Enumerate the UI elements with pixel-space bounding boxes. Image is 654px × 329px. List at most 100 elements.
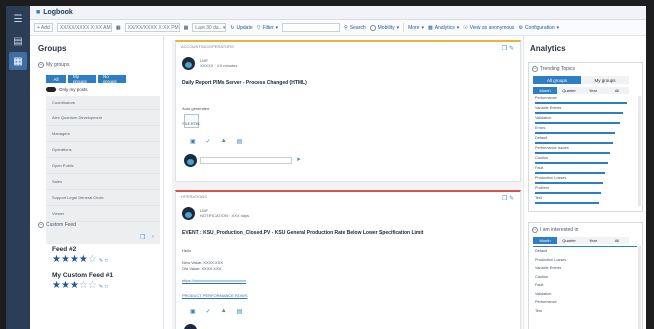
comment-icon[interactable]: ▣ [190,308,196,315]
interest-item[interactable]: Validation [533,290,637,299]
interest-item[interactable]: Variable Events [533,264,637,273]
interest-item[interactable]: Caution [533,273,637,282]
delete-icon[interactable]: □ [105,284,108,290]
more-icon[interactable]: ▤ [237,138,243,145]
like-icon[interactable]: ✓ [206,308,211,315]
search-button[interactable]: ⚲ Search [344,25,366,31]
tab-month[interactable]: Month [533,237,557,244]
trending-topic-row[interactable]: Problem [533,186,637,196]
feed-icon[interactable]: ▦ [9,52,27,70]
tab-year[interactable]: Year [581,87,605,94]
my-groups-toggle[interactable]: − My groups [38,62,69,68]
only-my-posts-toggle[interactable]: Only my posts [46,87,88,92]
title-bar: ■ Logbook [30,6,646,20]
feed-rating: ★★★☆☆ ✎ □ [52,280,108,291]
entry-link[interactable]: PRODUCT PERFORMANCE ROWS [182,293,247,298]
send-icon[interactable]: ➤ [296,156,301,163]
group-item[interactable]: Coordinators [46,96,160,110]
interest-item[interactable]: Test [533,307,637,316]
custom-feed-toggle[interactable]: − Custom Feed [38,222,76,228]
interest-item[interactable]: Production Losses [533,256,637,265]
more-icon[interactable]: ▤ [237,308,243,315]
next-icon[interactable]: › [152,234,154,240]
trending-topic-row[interactable]: Performance [533,96,637,106]
entry-actions: ▣ ✓ ▲ ▤ [190,138,242,145]
segment-my-groups[interactable]: My groups [68,74,96,84]
toggle-switch[interactable] [46,87,56,92]
segment-no-groups[interactable]: No groups [98,74,126,84]
trending-topic-label: Performance [535,96,557,100]
configuration-button[interactable]: ⚙ Configuration ▾ [518,25,559,31]
group-item[interactable]: Operations [46,142,160,158]
date-to-input[interactable]: XX/XX/XXXX X:XX PM [124,23,180,32]
add-button[interactable]: + Add [34,23,53,32]
trending-topic-row[interactable]: Performance Issues [533,146,637,156]
toolbar-divider [403,23,405,32]
entry-actions-icon[interactable]: ❐ ✎ [502,195,514,202]
like-icon[interactable]: ✓ [206,138,211,145]
group-item[interactable]: Open Public [46,158,160,174]
tab-quarter[interactable]: Quarter [557,237,581,244]
interest-item[interactable]: Fault [533,281,637,290]
trending-topics-toggle[interactable]: − Trending Topics [532,66,575,72]
interested-toggle[interactable]: − I am interested in [532,227,578,233]
entry-link[interactable]: https://xxxxxxxxxxxxxxxxxxxxxxxxxx [182,278,246,283]
scrollbar[interactable] [638,246,641,329]
date-from-input[interactable]: XX/XX/XXXX X:XX AM [56,23,112,32]
view-anonymous-button[interactable]: ☉ View as anonymous [463,25,514,31]
trending-topic-row[interactable]: Test [533,196,637,206]
more-button[interactable]: More ▾ [408,25,424,31]
analytics-button[interactable]: ▩ Analytics ▾ [428,25,459,31]
edit-icon[interactable]: ✎ [99,258,103,264]
home-icon[interactable]: ☰ [9,10,27,28]
eye-icon: ☉ [463,24,468,31]
custom-feed-name[interactable]: My Custom Feed #1 [52,272,113,279]
trending-topic-row[interactable]: Errors [533,126,637,136]
update-button[interactable]: ↻ Update [230,25,252,31]
comment-icon[interactable]: ▣ [190,138,196,145]
trending-topic-row[interactable]: Fault [533,166,637,176]
trending-topic-row[interactable]: Variable Events [533,106,637,116]
custom-feed-name[interactable]: Feed #2 [52,246,76,253]
mobility-button[interactable]: Mobility ▾ [369,24,399,31]
tab-all-groups[interactable]: All groups [533,76,581,84]
group-item[interactable]: Alex Quantum Development [46,110,160,126]
group-item[interactable]: Support Legal General Circle [46,190,160,206]
tab-all[interactable]: All [605,237,629,244]
interest-item[interactable]: Performance [533,298,637,307]
interest-item[interactable]: Default [533,247,637,256]
trending-topic-bar [535,202,599,204]
filter-input[interactable] [282,23,341,32]
share-icon[interactable]: ▲ [221,308,227,315]
delete-icon[interactable]: □ [105,258,108,264]
attachment-file-icon[interactable]: FILE.HTML [183,114,200,128]
interested-list: Default Production Losses Variable Events C… [533,246,637,315]
tab-year[interactable]: Year [581,237,605,244]
trending-topic-label: Fault [535,166,544,170]
segment-all[interactable]: All [46,75,66,83]
group-item[interactable]: Managers [46,126,160,142]
trending-topic-row[interactable]: Validation [533,116,637,126]
tab-my-groups[interactable]: My groups [581,76,629,84]
share-icon[interactable]: ▲ [221,138,227,145]
tab-quarter[interactable]: Quarter [557,87,581,94]
entry-actions-icon[interactable]: ❐ ✎ [502,45,514,52]
trending-topic-row[interactable]: Production Losses [533,176,637,186]
logbook-icon[interactable]: ▤ [9,32,27,50]
trending-topic-row[interactable]: Default [533,136,637,146]
tab-month[interactable]: Month [533,87,557,94]
tab-all[interactable]: All [605,87,629,94]
entry-subject[interactable]: Daily Report PIMs Server - Process Chang… [182,80,307,86]
entry-subject[interactable]: EVENT : KSU_Production_Closed.PV - KSU G… [182,230,423,236]
calendar-icon[interactable]: ▦ [184,25,189,31]
copy-icon[interactable]: ❐ [140,234,145,241]
calendar-icon[interactable]: ▦ [116,25,121,31]
edit-icon[interactable]: ✎ [99,284,103,290]
comment-input[interactable] [200,157,292,164]
scrollbar[interactable] [638,96,641,206]
trending-topic-row[interactable]: Caution [533,156,637,166]
filter-button[interactable]: ▽ Filter ▾ [257,25,279,31]
group-item[interactable]: Sales [46,174,160,190]
group-item[interactable]: Viewer [46,206,160,222]
range-select[interactable]: Last 30 da... ▾ [192,23,227,32]
